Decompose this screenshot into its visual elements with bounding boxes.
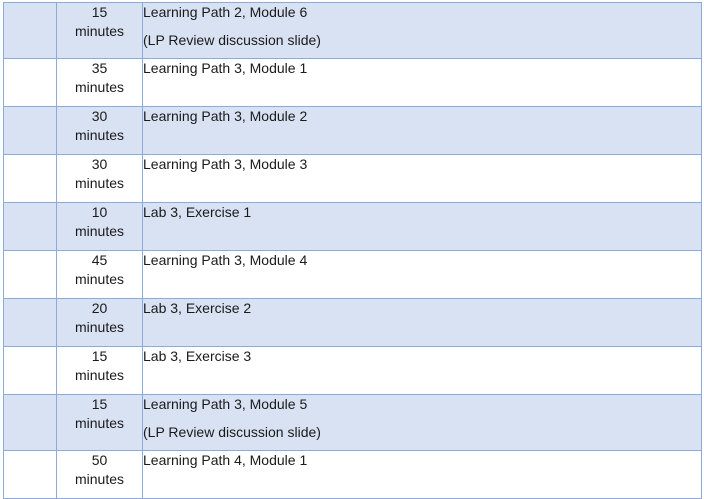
table-row: 15 minutes Lab 3, Exercise 3 bbox=[3, 346, 702, 395]
activity-text: Lab 3, Exercise 1 bbox=[143, 204, 252, 220]
duration-unit: minutes bbox=[74, 471, 125, 487]
table-row: 15 minutes Learning Path 3, Module 5 (LP R… bbox=[3, 394, 702, 451]
duration-unit: minutes bbox=[74, 175, 125, 191]
duration-number: 30 bbox=[91, 108, 108, 124]
empty-cell bbox=[3, 250, 57, 299]
activity-text: Lab 3, Exercise 3 bbox=[143, 348, 252, 364]
activity-text: Learning Path 3, Module 1 bbox=[143, 60, 308, 76]
activity-cell: Learning Path 3, Module 5 (LP Review disc… bbox=[142, 394, 702, 451]
empty-cell bbox=[3, 298, 57, 347]
duration-cell: 30 minutes bbox=[56, 154, 143, 203]
activity-cell: Learning Path 3, Module 3 bbox=[142, 154, 702, 203]
activity-text: Learning Path 4, Module 1 bbox=[143, 452, 308, 468]
duration-number: 20 bbox=[91, 300, 108, 316]
duration-unit: minutes bbox=[74, 23, 125, 39]
activity-text: Learning Path 3, Module 5 bbox=[143, 396, 308, 412]
activity-text: Learning Path 3, Module 2 bbox=[143, 108, 308, 124]
empty-cell bbox=[3, 202, 57, 251]
empty-cell bbox=[3, 2, 57, 59]
activity-cell: Learning Path 3, Module 4 bbox=[142, 250, 702, 299]
activity-cell: Learning Path 3, Module 1 bbox=[142, 58, 702, 107]
activity-cell: Learning Path 3, Module 2 bbox=[142, 106, 702, 155]
activity-text: Learning Path 2, Module 6 bbox=[143, 4, 308, 20]
table-row: 45 minutes Learning Path 3, Module 4 bbox=[3, 250, 702, 299]
activity-cell: Lab 3, Exercise 3 bbox=[142, 346, 702, 395]
table-row: 20 minutes Lab 3, Exercise 2 bbox=[3, 298, 702, 347]
table-row: 50 minutes Learning Path 4, Module 1 bbox=[3, 450, 702, 499]
duration-unit: minutes bbox=[74, 415, 125, 431]
duration-unit: minutes bbox=[74, 223, 125, 239]
duration-unit: minutes bbox=[74, 271, 125, 287]
duration-cell: 10 minutes bbox=[56, 202, 143, 251]
activity-cell: Lab 3, Exercise 2 bbox=[142, 298, 702, 347]
duration-number: 45 bbox=[91, 252, 108, 268]
empty-cell bbox=[3, 394, 57, 451]
duration-unit: minutes bbox=[74, 367, 125, 383]
activity-text: Learning Path 3, Module 3 bbox=[143, 156, 308, 172]
duration-number: 10 bbox=[91, 204, 108, 220]
table-row: 10 minutes Lab 3, Exercise 1 bbox=[3, 202, 702, 251]
duration-cell: 15 minutes bbox=[56, 394, 143, 451]
table-row: 15 minutes Learning Path 2, Module 6 (LP R… bbox=[3, 2, 702, 59]
duration-number: 15 bbox=[91, 4, 108, 20]
duration-cell: 20 minutes bbox=[56, 298, 143, 347]
table-row: 35 minutes Learning Path 3, Module 1 bbox=[3, 58, 702, 107]
activity-cell: Learning Path 4, Module 1 bbox=[142, 450, 702, 499]
duration-cell: 35 minutes bbox=[56, 58, 143, 107]
table-row: 30 minutes Learning Path 3, Module 3 bbox=[3, 154, 702, 203]
activity-cell: Lab 3, Exercise 1 bbox=[142, 202, 702, 251]
activity-note: (LP Review discussion slide) bbox=[143, 32, 321, 48]
duration-number: 15 bbox=[91, 348, 108, 364]
duration-number: 15 bbox=[91, 396, 108, 412]
duration-number: 35 bbox=[91, 60, 108, 76]
activity-text: Learning Path 3, Module 4 bbox=[143, 252, 308, 268]
duration-number: 50 bbox=[91, 452, 108, 468]
duration-cell: 15 minutes bbox=[56, 346, 143, 395]
activity-text: Lab 3, Exercise 2 bbox=[143, 300, 252, 316]
empty-cell bbox=[3, 154, 57, 203]
duration-unit: minutes bbox=[74, 79, 125, 95]
duration-cell: 45 minutes bbox=[56, 250, 143, 299]
schedule-table: 15 minutes Learning Path 2, Module 6 (LP R… bbox=[3, 2, 702, 499]
duration-unit: minutes bbox=[74, 319, 125, 335]
empty-cell bbox=[3, 106, 57, 155]
empty-cell bbox=[3, 346, 57, 395]
duration-number: 30 bbox=[91, 156, 108, 172]
table-row: 30 minutes Learning Path 3, Module 2 bbox=[3, 106, 702, 155]
activity-cell: Learning Path 2, Module 6 (LP Review disc… bbox=[142, 2, 702, 59]
duration-unit: minutes bbox=[74, 127, 125, 143]
duration-cell: 50 minutes bbox=[56, 450, 143, 499]
activity-note: (LP Review discussion slide) bbox=[143, 424, 321, 440]
duration-cell: 15 minutes bbox=[56, 2, 143, 59]
empty-cell bbox=[3, 58, 57, 107]
duration-cell: 30 minutes bbox=[56, 106, 143, 155]
empty-cell bbox=[3, 450, 57, 499]
